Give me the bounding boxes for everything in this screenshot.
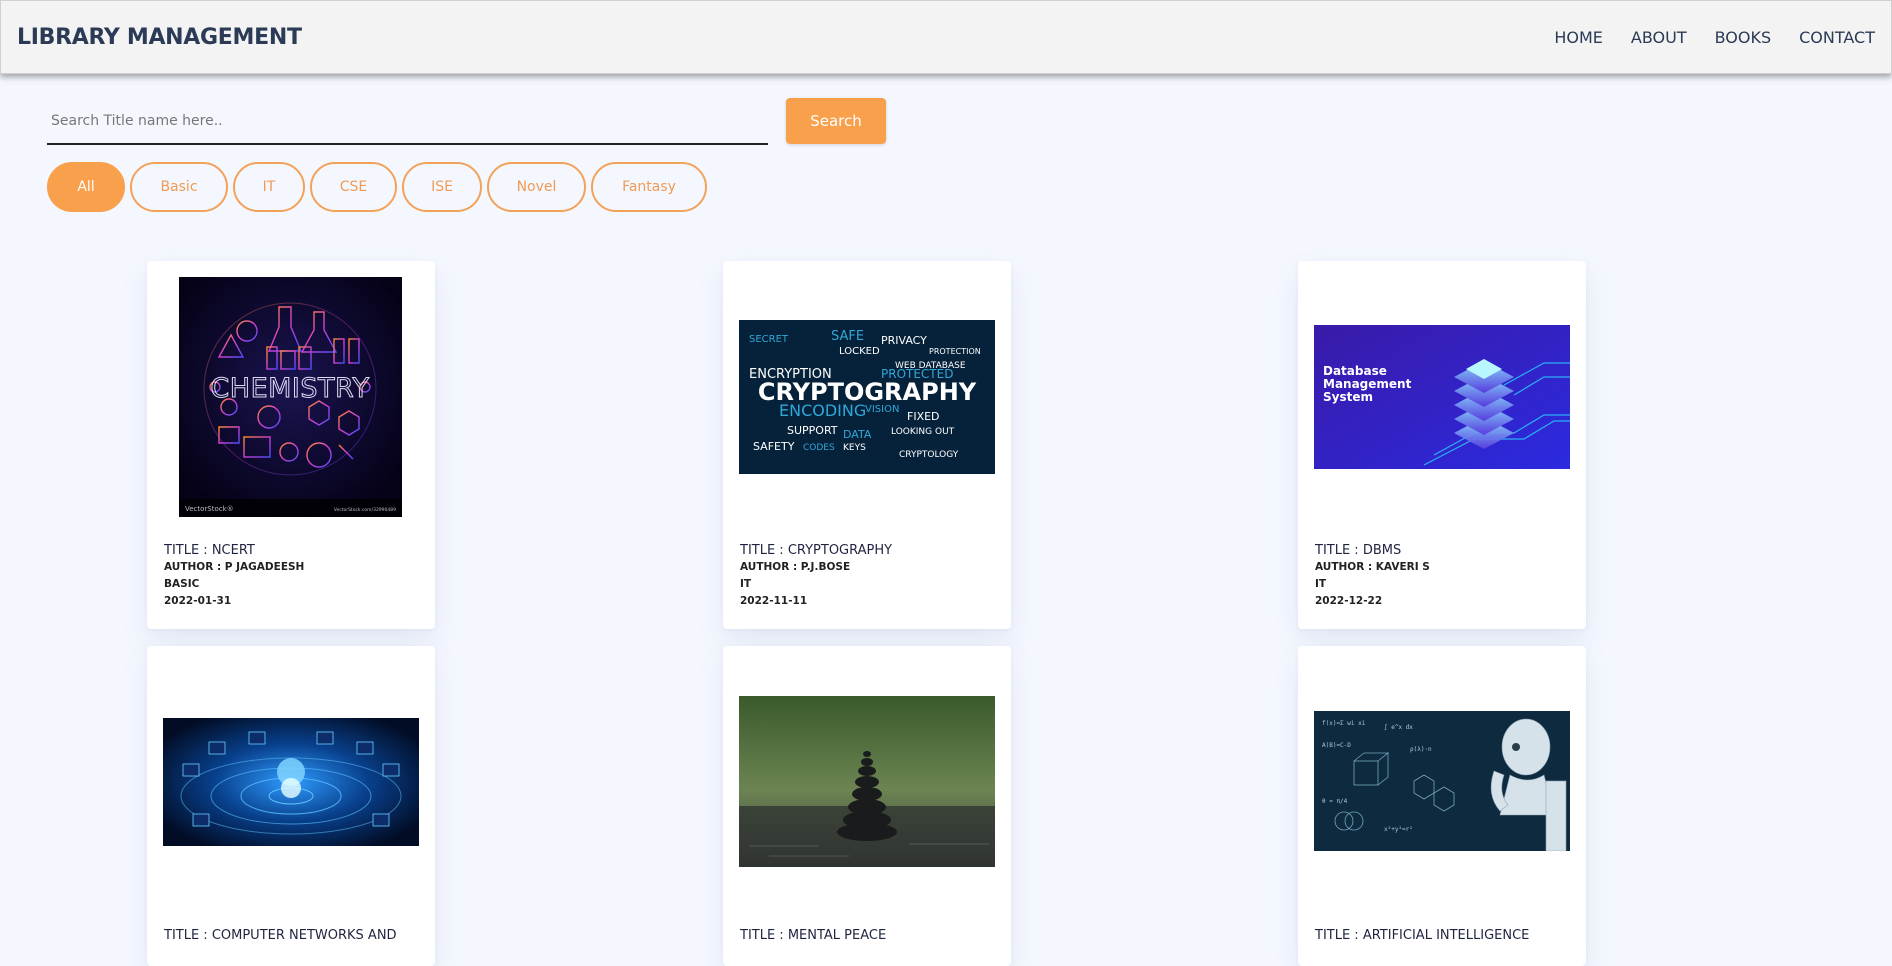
- book-date: 2022-11-11: [740, 595, 808, 607]
- cryptography-cover-text: CRYPTOGRAPHY: [758, 378, 977, 406]
- nav-books-link[interactable]: BOOKS: [1715, 28, 1772, 47]
- nav-links: HOME ABOUT BOOKS CONTACT: [1526, 28, 1875, 47]
- book-category: IT: [740, 578, 752, 590]
- book-cover-image: [739, 696, 995, 867]
- nav-contact-link[interactable]: CONTACT: [1799, 28, 1875, 47]
- svg-text:Management: Management: [1323, 377, 1412, 391]
- svg-text:ρ(λ)·n: ρ(λ)·n: [1410, 746, 1432, 753]
- svg-text:LOOKING OUT: LOOKING OUT: [891, 427, 955, 437]
- svg-text:f(x)=Σ wi xi: f(x)=Σ wi xi: [1322, 720, 1366, 727]
- book-category: BASIC: [164, 578, 200, 590]
- navbar: LIBRARY MANAGEMENT HOME ABOUT BOOKS CONT…: [0, 0, 1892, 74]
- filter-basic-button[interactable]: Basic: [130, 162, 228, 212]
- book-meta: TITLE : ARTIFICIAL INTELLIGENCE: [1315, 927, 1529, 944]
- book-meta: TITLE : DBMS AUTHOR : KAVERI S IT 2022-1…: [1315, 542, 1430, 610]
- book-card[interactable]: SECRET SAFE PRIVACY PROTECTION LOCKED EN…: [723, 261, 1011, 629]
- filter-all-button[interactable]: All: [47, 162, 125, 212]
- book-date: 2022-12-22: [1315, 595, 1383, 607]
- svg-text:LOCKED: LOCKED: [839, 346, 880, 357]
- book-title: TITLE : CRYPTOGRAPHY: [740, 543, 893, 558]
- search-bar: Search: [47, 98, 886, 145]
- book-meta: TITLE : NCERT AUTHOR : P JAGADEESH BASIC…: [164, 542, 304, 610]
- filter-it-button[interactable]: IT: [233, 162, 305, 212]
- book-cover-image: Database Management System: [1314, 325, 1570, 469]
- filter-cse-button[interactable]: CSE: [310, 162, 397, 212]
- book-cover-image: SECRET SAFE PRIVACY PROTECTION LOCKED EN…: [739, 320, 995, 474]
- book-date: 2022-01-31: [164, 595, 232, 607]
- book-title: TITLE : MENTAL PEACE: [740, 928, 887, 943]
- svg-text:SAFETY: SAFETY: [753, 440, 795, 453]
- book-category: IT: [1315, 578, 1327, 590]
- nav-about-link[interactable]: ABOUT: [1631, 28, 1687, 47]
- svg-text:WEB DATABASE: WEB DATABASE: [895, 361, 966, 371]
- book-card[interactable]: TITLE : MENTAL PEACE: [723, 646, 1011, 966]
- cover-watermark-left: VectorStock®: [185, 505, 234, 513]
- book-title: TITLE : NCERT: [164, 543, 255, 558]
- svg-text:A(B)=C-D: A(B)=C-D: [1322, 742, 1351, 749]
- book-author: AUTHOR : KAVERI S: [1315, 561, 1430, 573]
- filter-ise-button[interactable]: ISE: [402, 162, 482, 212]
- book-card[interactable]: f(x)=Σ wi xi ∫ e^x dx A(B)=C-D ρ(λ)·n x²…: [1298, 646, 1586, 966]
- search-button[interactable]: Search: [786, 98, 886, 144]
- svg-text:θ = π/4: θ = π/4: [1322, 798, 1348, 805]
- book-card[interactable]: Database Management System TITLE : DBMS …: [1298, 261, 1586, 629]
- book-cover-image: [163, 718, 419, 846]
- filter-fantasy-button[interactable]: Fantasy: [591, 162, 707, 212]
- book-meta: TITLE : COMPUTER NETWORKS AND: [164, 927, 397, 944]
- svg-text:SECRET: SECRET: [749, 334, 789, 345]
- book-meta: TITLE : CRYPTOGRAPHY AUTHOR : P.J.BOSE I…: [740, 542, 892, 610]
- nav-home-link[interactable]: HOME: [1554, 28, 1603, 47]
- brand-logo[interactable]: LIBRARY MANAGEMENT: [17, 25, 302, 50]
- svg-text:∫ e^x dx: ∫ e^x dx: [1384, 723, 1413, 731]
- svg-text:FIXED: FIXED: [907, 410, 940, 423]
- filter-novel-button[interactable]: Novel: [487, 162, 586, 212]
- book-author: AUTHOR : P.J.BOSE: [740, 561, 851, 573]
- chemistry-cover-text: CHEMISTRY: [210, 373, 369, 404]
- svg-text:Database: Database: [1323, 364, 1387, 378]
- book-cover-image: CHEMISTRY VectorStock® VectorStock.com/3…: [179, 277, 402, 517]
- book-cover-image: f(x)=Σ wi xi ∫ e^x dx A(B)=C-D ρ(λ)·n x²…: [1314, 711, 1570, 851]
- book-card[interactable]: TITLE : COMPUTER NETWORKS AND: [147, 646, 435, 966]
- svg-text:PROTECTION: PROTECTION: [929, 347, 981, 356]
- book-title: TITLE : COMPUTER NETWORKS AND: [164, 928, 397, 943]
- book-meta: TITLE : MENTAL PEACE: [740, 927, 886, 944]
- svg-text:SAFE: SAFE: [831, 329, 864, 344]
- book-title: TITLE : DBMS: [1315, 543, 1402, 558]
- svg-text:CRYPTOLOGY: CRYPTOLOGY: [899, 450, 959, 460]
- svg-text:KEYS: KEYS: [843, 443, 866, 453]
- category-filters: All Basic IT CSE ISE Novel Fantasy: [47, 162, 707, 212]
- svg-text:SUPPORT: SUPPORT: [787, 424, 838, 437]
- book-author: AUTHOR : P JAGADEESH: [164, 561, 305, 573]
- svg-text:PRIVACY: PRIVACY: [881, 334, 927, 347]
- svg-text:x²+y²=r²: x²+y²=r²: [1384, 826, 1413, 833]
- svg-text:CODES: CODES: [803, 443, 835, 453]
- search-input[interactable]: [47, 98, 768, 145]
- book-card[interactable]: CHEMISTRY VectorStock® VectorStock.com/3…: [147, 261, 435, 629]
- book-title: TITLE : ARTIFICIAL INTELLIGENCE: [1315, 928, 1530, 943]
- cover-watermark-right: VectorStock.com/32990489: [334, 507, 396, 513]
- svg-text:System: System: [1323, 390, 1373, 404]
- svg-text:DATA: DATA: [843, 428, 872, 441]
